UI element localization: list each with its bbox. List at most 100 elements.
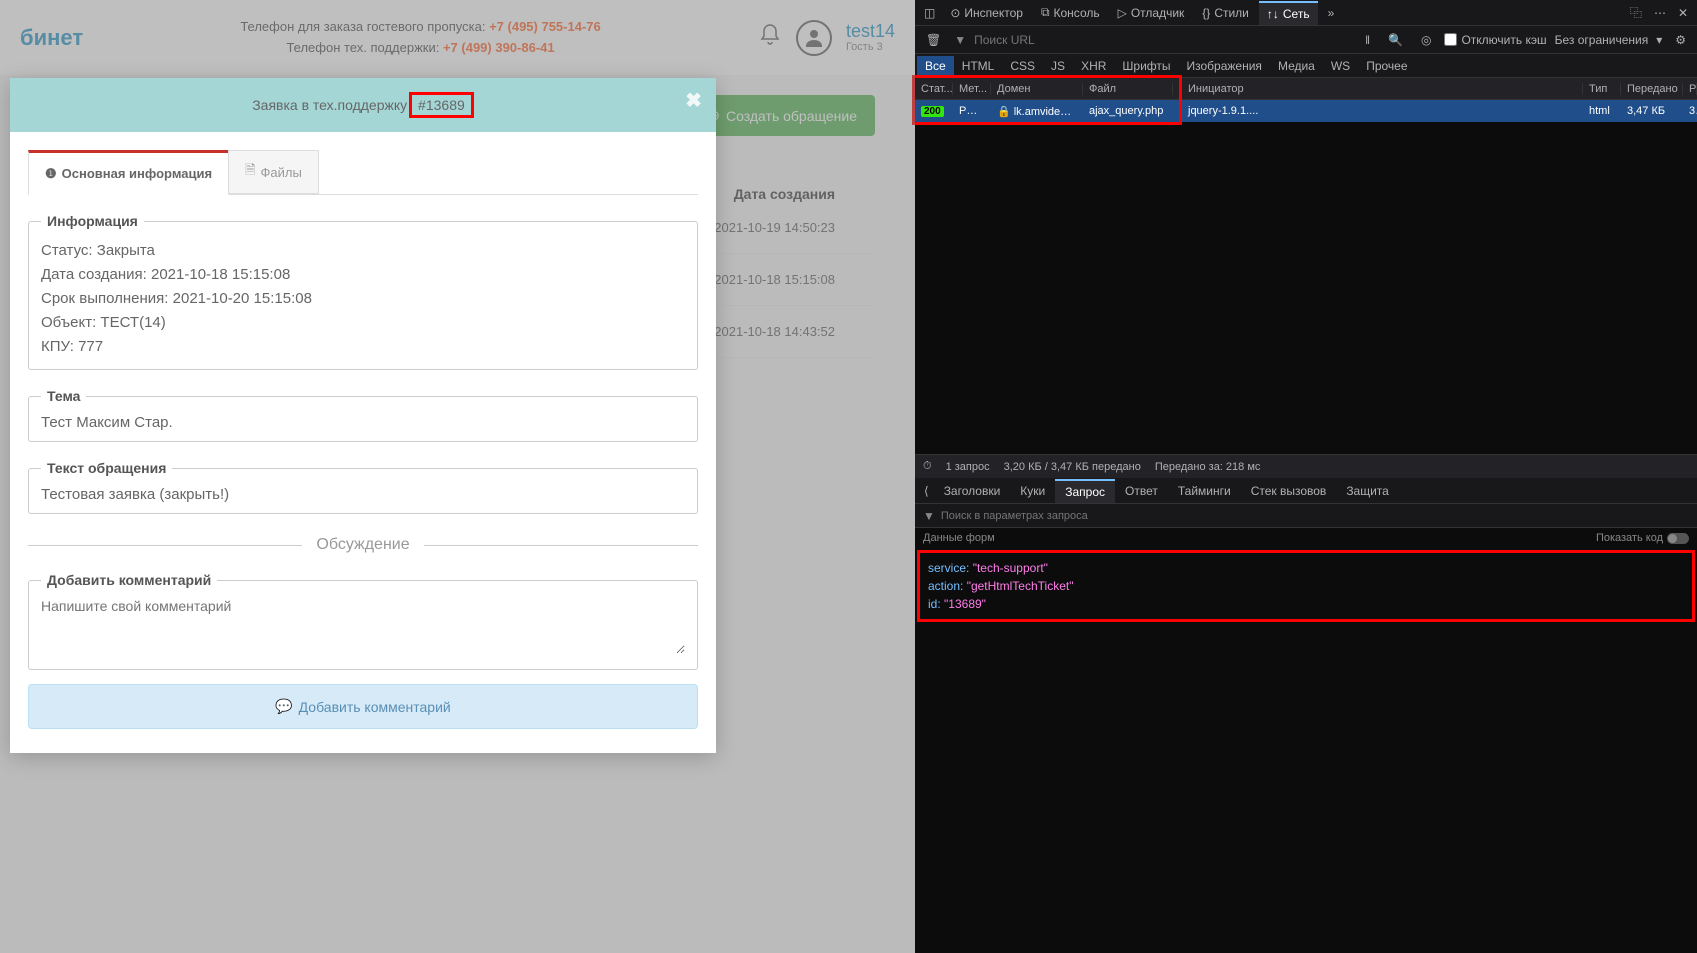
tab-files[interactable]: 🗎 Файлы xyxy=(228,150,319,194)
form-data-highlighted: service: "tech-support" action: "getHtml… xyxy=(917,550,1695,622)
body-value: Тестовая заявка (закрыть!) xyxy=(41,486,685,503)
search-icon[interactable]: 🔍 xyxy=(1383,30,1408,50)
col-r[interactable]: Р xyxy=(1683,83,1697,95)
status-value: Закрыта xyxy=(97,242,155,259)
responsive-icon[interactable]: ⿻ xyxy=(1625,1,1647,24)
fd-val-service: "tech-support" xyxy=(973,561,1048,575)
body-fieldset: Текст обращения Тестовая заявка (закрыть… xyxy=(28,460,698,514)
fd-val-id: "13689" xyxy=(944,597,986,611)
status-size: 3,20 КБ / 3,47 КБ передано xyxy=(1004,461,1141,473)
circle-icon[interactable]: ◎ xyxy=(1416,30,1436,50)
col-method[interactable]: Мет... xyxy=(953,83,991,95)
theme-value: Тест Максим Стар. xyxy=(41,414,685,431)
request-detail-tabs: ⟨ Заголовки Куки Запрос Ответ Тайминги С… xyxy=(915,478,1697,504)
fd-key-id: id: xyxy=(928,597,941,611)
network-statusbar: ⏱ 1 запрос 3,20 КБ / 3,47 КБ передано Пе… xyxy=(915,454,1697,478)
tab-network[interactable]: ↑↓ Сеть xyxy=(1259,1,1318,25)
stopwatch-icon: ⏱ xyxy=(923,460,932,473)
devtools-top-toolbar: ◫ ⊙ Инспектор ⧉ Консоль ▷ Отладчик {} Ст… xyxy=(915,0,1697,26)
type-images[interactable]: Изображения xyxy=(1179,56,1270,76)
col-transferred[interactable]: Передано xyxy=(1621,83,1683,95)
dtab-timings[interactable]: Тайминги xyxy=(1168,480,1241,502)
discussion-heading: Обсуждение xyxy=(302,536,423,554)
col-file[interactable]: Файл xyxy=(1083,83,1173,95)
status-badge: 200 xyxy=(921,106,944,117)
filter-icon: ▼ xyxy=(954,33,966,47)
status-requests: 1 запрос xyxy=(946,461,990,473)
throttle-select[interactable]: Без ограничения xyxy=(1555,33,1649,47)
disable-cache-checkbox[interactable]: Отключить кэш xyxy=(1444,33,1546,47)
tab-main-info[interactable]: ❶ Основная информация xyxy=(28,150,229,195)
network-secondbar: 🗑 ▼ ‖ 🔍 ◎ Отключить кэш Без ограничения … xyxy=(915,26,1697,54)
fd-val-action: "getHtmlTechTicket" xyxy=(967,579,1074,593)
tab-inspector[interactable]: ⊙ Инспектор xyxy=(942,2,1031,24)
dtab-request[interactable]: Запрос xyxy=(1055,479,1115,503)
row-method: POST xyxy=(953,105,991,117)
ticket-number: #13689 xyxy=(409,92,474,118)
dtab-headers[interactable]: Заголовки xyxy=(934,480,1011,502)
col-domain[interactable]: Домен xyxy=(991,83,1083,95)
row-size: 3,47 КБ xyxy=(1621,105,1683,117)
dtab-cookies[interactable]: Куки xyxy=(1010,480,1055,502)
add-comment-button[interactable]: 💬 Добавить комментарий xyxy=(28,684,698,729)
devtools-panel: ◫ ⊙ Инспектор ⧉ Консоль ▷ Отладчик {} Ст… xyxy=(915,0,1697,953)
fd-key-action: action: xyxy=(928,579,963,593)
kpu-value: 777 xyxy=(78,338,103,355)
dtab-security[interactable]: Защита xyxy=(1336,480,1399,502)
row-r: 3, xyxy=(1683,105,1697,117)
type-css[interactable]: CSS xyxy=(1002,56,1043,76)
tab-more[interactable]: » xyxy=(1320,2,1343,24)
request-row[interactable]: 200 POST 🔒lk.amvideo-ms... ajax_query.ph… xyxy=(915,100,1179,122)
url-filter-input[interactable] xyxy=(974,33,1129,47)
show-code-toggle[interactable]: Показать код xyxy=(1596,532,1689,544)
comment-fieldset: Добавить комментарий xyxy=(28,572,698,670)
tab-console[interactable]: ⧉ Консоль xyxy=(1033,1,1108,24)
row-type: html xyxy=(1583,105,1621,117)
type-all[interactable]: Все xyxy=(917,56,954,76)
trash-icon[interactable]: 🗑 xyxy=(921,30,946,50)
form-data-label: Данные форм xyxy=(923,532,995,544)
param-search-input[interactable] xyxy=(941,510,1689,522)
info-legend: Информация xyxy=(41,213,144,229)
devtools-bottom-fill xyxy=(915,624,1697,953)
type-xhr[interactable]: XHR xyxy=(1073,56,1114,76)
type-media[interactable]: Медиа xyxy=(1270,56,1323,76)
info-icon: ❶ xyxy=(45,166,57,182)
row-domain: lk.amvideo-ms... xyxy=(1014,106,1083,118)
type-js[interactable]: JS xyxy=(1043,56,1073,76)
type-fonts[interactable]: Шрифты xyxy=(1114,56,1178,76)
info-fieldset: Информация Статус: Закрыта Дата создания… xyxy=(28,213,698,370)
close-devtools-icon[interactable]: ✕ xyxy=(1673,3,1693,23)
filter-icon: ▼ xyxy=(923,509,935,523)
toggle-icon xyxy=(1667,533,1689,544)
ticket-modal: Заявка в тех.поддержку #13689 ✖ ❶ Основн… xyxy=(10,78,716,753)
type-other[interactable]: Прочее xyxy=(1358,56,1415,76)
dtab-response[interactable]: Ответ xyxy=(1115,480,1168,502)
pause-icon[interactable]: ‖ xyxy=(1360,30,1375,50)
theme-fieldset: Тема Тест Максим Стар. xyxy=(28,388,698,442)
network-empty-area xyxy=(915,125,1697,454)
files-icon: 🗎 xyxy=(245,161,255,183)
created-value: 2021-10-18 15:15:08 xyxy=(151,266,290,283)
theme-legend: Тема xyxy=(41,388,86,404)
close-icon[interactable]: ✖ xyxy=(685,88,702,113)
back-icon[interactable]: ⟨ xyxy=(919,481,934,501)
tab-styles[interactable]: {} Стили xyxy=(1194,2,1257,24)
chat-icon: 💬 xyxy=(275,698,292,715)
menu-icon[interactable]: ⋯ xyxy=(1649,3,1671,23)
type-html[interactable]: HTML xyxy=(954,56,1003,76)
type-ws[interactable]: WS xyxy=(1323,56,1358,76)
status-time: Передано за: 218 мс xyxy=(1155,461,1261,473)
dtab-stack[interactable]: Стек вызовов xyxy=(1241,480,1337,502)
col-type[interactable]: Тип xyxy=(1583,83,1621,95)
row-file: ajax_query.php xyxy=(1083,105,1173,117)
comment-legend: Добавить комментарий xyxy=(41,572,217,588)
modal-tabs: ❶ Основная информация 🗎 Файлы xyxy=(28,150,698,195)
request-row-right[interactable]: jquery-1.9.1.... html 3,47 КБ 3, xyxy=(1182,100,1697,122)
gear-icon[interactable]: ⚙ xyxy=(1670,30,1691,50)
col-initiator[interactable]: Инициатор xyxy=(1182,83,1583,95)
dock-icon[interactable]: ◫ xyxy=(919,3,940,23)
tab-debugger[interactable]: ▷ Отладчик xyxy=(1110,2,1193,24)
col-status[interactable]: Стат... xyxy=(915,83,953,95)
comment-textarea[interactable] xyxy=(41,598,685,654)
